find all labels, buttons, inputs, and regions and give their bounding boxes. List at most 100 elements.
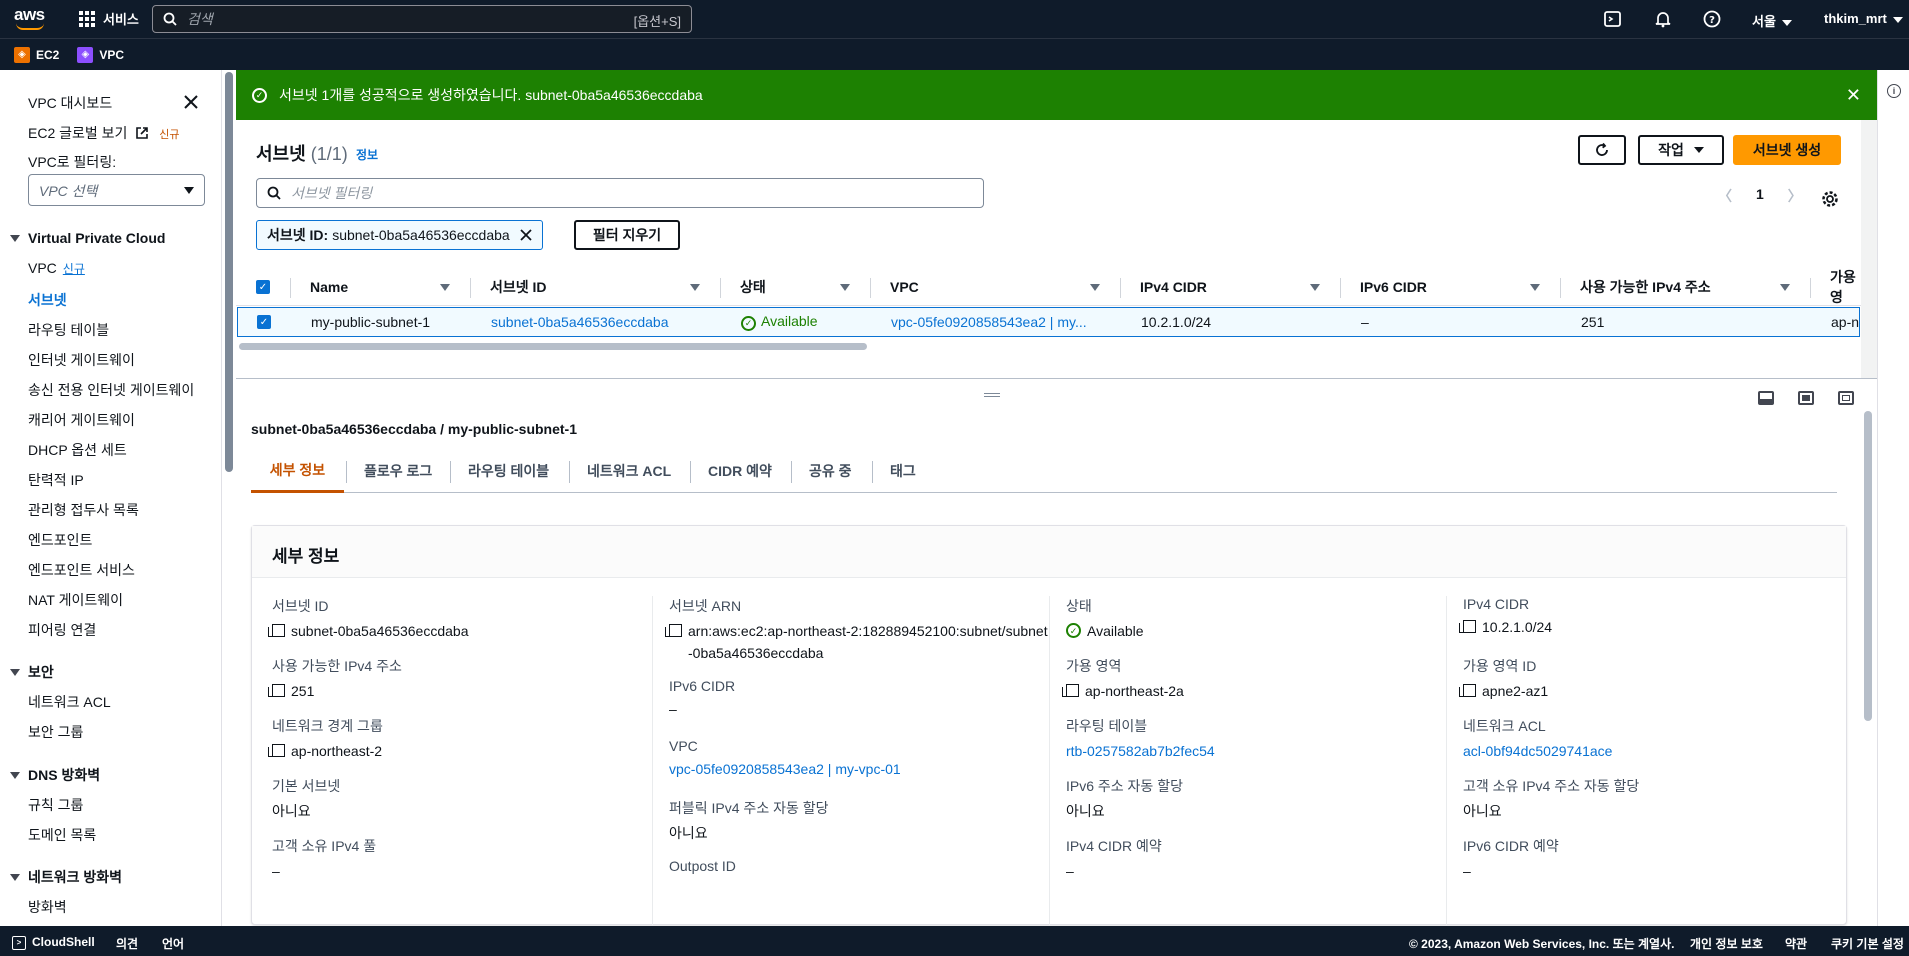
copy-icon[interactable] (665, 624, 682, 637)
region-selector[interactable]: 서울 (1752, 11, 1792, 30)
language-link[interactable]: 언어 (162, 935, 184, 952)
subnet-filter-input[interactable]: 서브넷 필터링 (256, 178, 984, 208)
sort-icon[interactable] (840, 284, 850, 291)
cloudshell-button[interactable]: > CloudShell (12, 935, 95, 950)
column-header-az[interactable]: 가용 영 (1830, 268, 1860, 306)
select-all-checkbox[interactable]: ✓ (256, 280, 270, 294)
sidebar-item-carrier-gateways[interactable]: 캐리어 게이트웨이 (28, 410, 135, 430)
sidebar-item-elastic-ips[interactable]: 탄력적 IP (28, 470, 84, 490)
column-header-available-ipv4[interactable]: 사용 가능한 IPv4 주소 (1580, 268, 1711, 306)
sidebar-item-endpoint-services[interactable]: 엔드포인트 서비스 (28, 560, 135, 580)
vpc-filter-select[interactable]: VPC 선택 (28, 174, 205, 206)
sidebar-item-egress-only-igw[interactable]: 송신 전용 인터넷 게이트웨이 (28, 380, 194, 400)
refresh-button[interactable] (1578, 135, 1626, 165)
new-link[interactable]: 신규 (63, 262, 85, 276)
sidebar-item-route-tables[interactable]: 라우팅 테이블 (28, 320, 109, 340)
sidebar-section-network-firewall[interactable]: 네트워크 방화벽 (10, 867, 122, 887)
sort-icon[interactable] (1310, 284, 1320, 291)
tab-details[interactable]: 세부 정보 (251, 449, 344, 493)
cell-subnet-id[interactable]: subnet-0ba5a46536eccdaba (491, 314, 669, 330)
sidebar-item-endpoints[interactable]: 엔드포인트 (28, 530, 92, 550)
copy-icon[interactable] (1459, 684, 1476, 697)
clear-filters-button[interactable]: 필터 지우기 (574, 220, 680, 250)
copy-icon[interactable] (268, 624, 285, 637)
panel-side-icon[interactable] (1798, 391, 1814, 405)
tab-flow-logs[interactable]: 플로우 로그 (364, 449, 432, 493)
info-link[interactable]: 정보 (356, 146, 378, 163)
favorite-vpc[interactable]: ◈ VPC (77, 46, 124, 63)
help-icon[interactable]: ? (1702, 9, 1722, 29)
gear-icon[interactable] (1821, 190, 1839, 208)
sidebar-item-vpc[interactable]: VPC 신규 (28, 260, 85, 277)
copy-icon[interactable] (1459, 620, 1476, 633)
tab-network-acl[interactable]: 네트워크 ACL (587, 449, 671, 493)
row-checkbox[interactable]: ✓ (257, 315, 271, 329)
column-header-ipv6-cidr[interactable]: IPv6 CIDR (1360, 268, 1427, 306)
sidebar-scrollbar[interactable] (225, 72, 233, 472)
sidebar-item-peering[interactable]: 피어링 연결 (28, 620, 96, 640)
sidebar-section-dns-firewall[interactable]: DNS 방화벽 (10, 765, 100, 785)
notifications-bell-icon[interactable] (1653, 9, 1673, 29)
privacy-link[interactable]: 개인 정보 보호 (1690, 935, 1763, 952)
sort-icon[interactable] (690, 284, 700, 291)
vpc-link[interactable]: vpc-05fe0920858543ea2 | my-vpc-01 (669, 758, 901, 780)
sidebar-item-firewalls[interactable]: 방화벽 (28, 897, 67, 917)
sidebar-item-internet-gateways[interactable]: 인터넷 게이트웨이 (28, 350, 135, 370)
chevron-left-icon[interactable]: 〈 (1718, 186, 1732, 206)
split-panel-scrollbar[interactable] (1864, 411, 1872, 721)
sidebar-item-domain-lists[interactable]: 도메인 목록 (28, 825, 96, 845)
sidebar-section-security[interactable]: 보안 (10, 662, 54, 682)
terms-link[interactable]: 약관 (1785, 935, 1807, 952)
cell-vpc[interactable]: vpc-05fe0920858543ea2 | my... (891, 314, 1087, 330)
create-subnet-button[interactable]: 서브넷 생성 (1733, 135, 1841, 165)
feedback-link[interactable]: 의견 (116, 935, 138, 952)
route-table-link[interactable]: rtb-0257582ab7b2fec54 (1066, 740, 1215, 762)
sidebar-item-subnets[interactable]: 서브넷 (28, 290, 67, 310)
close-icon[interactable] (520, 229, 532, 241)
page-number[interactable]: 1 (1756, 186, 1764, 206)
sidebar-item-nat-gateways[interactable]: NAT 게이트웨이 (28, 590, 123, 610)
sidebar-item-ec2-global[interactable]: EC2 글로벌 보기 신규 (28, 123, 179, 143)
global-search-input[interactable]: 검색 [옵션+S] (152, 5, 692, 33)
column-header-vpc[interactable]: VPC (890, 268, 919, 306)
aws-logo[interactable]: aws (14, 6, 48, 32)
column-header-subnet-id[interactable]: 서브넷 ID (490, 268, 547, 306)
favorite-ec2[interactable]: ◈ EC2 (14, 46, 59, 63)
actions-button[interactable]: 작업 (1638, 135, 1724, 165)
sort-icon[interactable] (1780, 284, 1790, 291)
panel-full-icon[interactable] (1838, 391, 1854, 405)
cookie-preferences-link[interactable]: 쿠키 기본 설정 (1831, 935, 1904, 952)
close-icon[interactable]: ✕ (1846, 85, 1861, 106)
horizontal-scrollbar[interactable] (239, 343, 867, 350)
panel-bottom-icon[interactable] (1758, 391, 1774, 405)
column-header-name[interactable]: Name (310, 268, 348, 306)
tab-tags[interactable]: 태그 (890, 449, 916, 493)
tab-route-table[interactable]: 라우팅 테이블 (468, 449, 549, 493)
column-header-ipv4-cidr[interactable]: IPv4 CIDR (1140, 268, 1207, 306)
sort-icon[interactable] (1090, 284, 1100, 291)
copy-icon[interactable] (268, 684, 285, 697)
info-icon[interactable]: i (1887, 84, 1901, 98)
column-header-state[interactable]: 상태 (740, 268, 766, 306)
sidebar-item-network-acls[interactable]: 네트워크 ACL (28, 692, 111, 712)
sidebar-item-security-groups[interactable]: 보안 그룹 (28, 722, 83, 742)
services-button[interactable]: 서비스 (79, 9, 139, 28)
copy-icon[interactable] (268, 744, 285, 757)
sidebar-item-dhcp-options[interactable]: DHCP 옵션 세트 (28, 440, 127, 460)
close-icon[interactable] (184, 95, 198, 109)
cloudshell-icon[interactable] (1603, 9, 1623, 29)
chevron-right-icon[interactable]: 〉 (1788, 186, 1802, 206)
sort-icon[interactable] (1530, 284, 1540, 291)
sidebar-section-vpc[interactable]: Virtual Private Cloud (10, 230, 165, 246)
account-menu[interactable]: thkim_mrt (1824, 11, 1903, 26)
sidebar-item-rule-groups[interactable]: 규칙 그룹 (28, 795, 83, 815)
sort-icon[interactable] (440, 284, 450, 291)
sidebar-item-vpc-dashboard[interactable]: VPC 대시보드 (28, 93, 112, 113)
network-acl-link[interactable]: acl-0bf94dc5029741ace (1463, 740, 1612, 762)
copy-icon[interactable] (1062, 684, 1079, 697)
sidebar-item-prefix-lists[interactable]: 관리형 접두사 목록 (28, 500, 139, 520)
drag-handle[interactable] (984, 393, 1000, 397)
table-row[interactable]: ✓ my-public-subnet-1 subnet-0ba5a46536ec… (237, 307, 1860, 337)
tab-sharing[interactable]: 공유 중 (809, 449, 852, 493)
tab-cidr-reservations[interactable]: CIDR 예약 (708, 449, 772, 493)
